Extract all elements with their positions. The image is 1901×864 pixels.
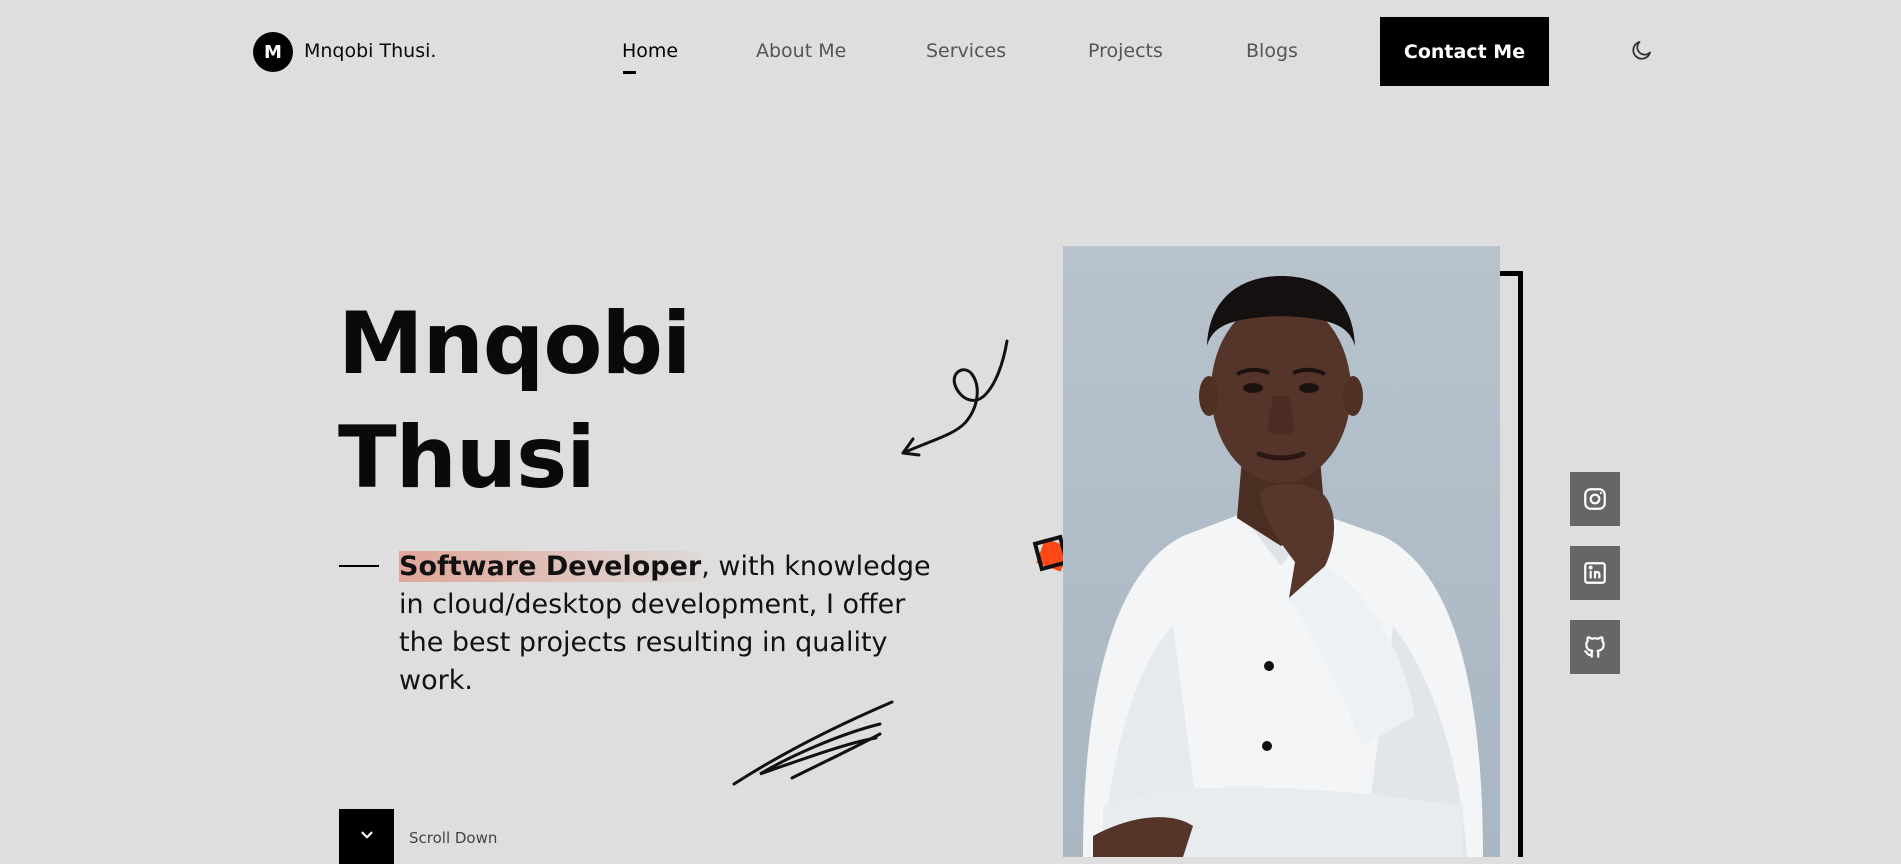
instagram-link[interactable] (1570, 472, 1620, 526)
scribble-doodle (732, 700, 894, 786)
nav-projects[interactable]: Projects (1088, 40, 1163, 62)
role-highlight: Software Developer (399, 551, 702, 582)
tagline-dash (339, 565, 379, 567)
hero-tagline: Software Developer, with knowledge in cl… (399, 548, 939, 700)
logo-badge[interactable]: M (253, 32, 293, 72)
linkedin-icon (1584, 562, 1606, 584)
nav-about[interactable]: About Me (756, 40, 846, 62)
nav-active-indicator (623, 71, 636, 74)
curly-arrow-doodle (901, 339, 1009, 457)
chevron-down-icon (360, 831, 373, 839)
profile-photo (1063, 246, 1500, 857)
github-icon (1584, 636, 1605, 658)
github-link[interactable] (1570, 620, 1620, 674)
linkedin-link[interactable] (1570, 546, 1620, 600)
scroll-down-button[interactable] (339, 809, 394, 864)
photo-frame-accent (1500, 271, 1523, 857)
hero-name: Mnqobi Thusi (338, 287, 691, 515)
contact-button[interactable]: Contact Me (1380, 17, 1549, 86)
instagram-icon (1584, 488, 1606, 510)
hero-name-last: Thusi (338, 408, 596, 508)
nav-home[interactable]: Home (622, 40, 678, 62)
nav-services[interactable]: Services (926, 40, 1006, 62)
nav-blogs[interactable]: Blogs (1246, 40, 1298, 62)
moon-icon[interactable] (1630, 38, 1654, 62)
hero-name-first: Mnqobi (338, 294, 691, 394)
scroll-down-label: Scroll Down (409, 829, 498, 847)
logo-name[interactable]: Mnqobi Thusi. (304, 40, 436, 62)
